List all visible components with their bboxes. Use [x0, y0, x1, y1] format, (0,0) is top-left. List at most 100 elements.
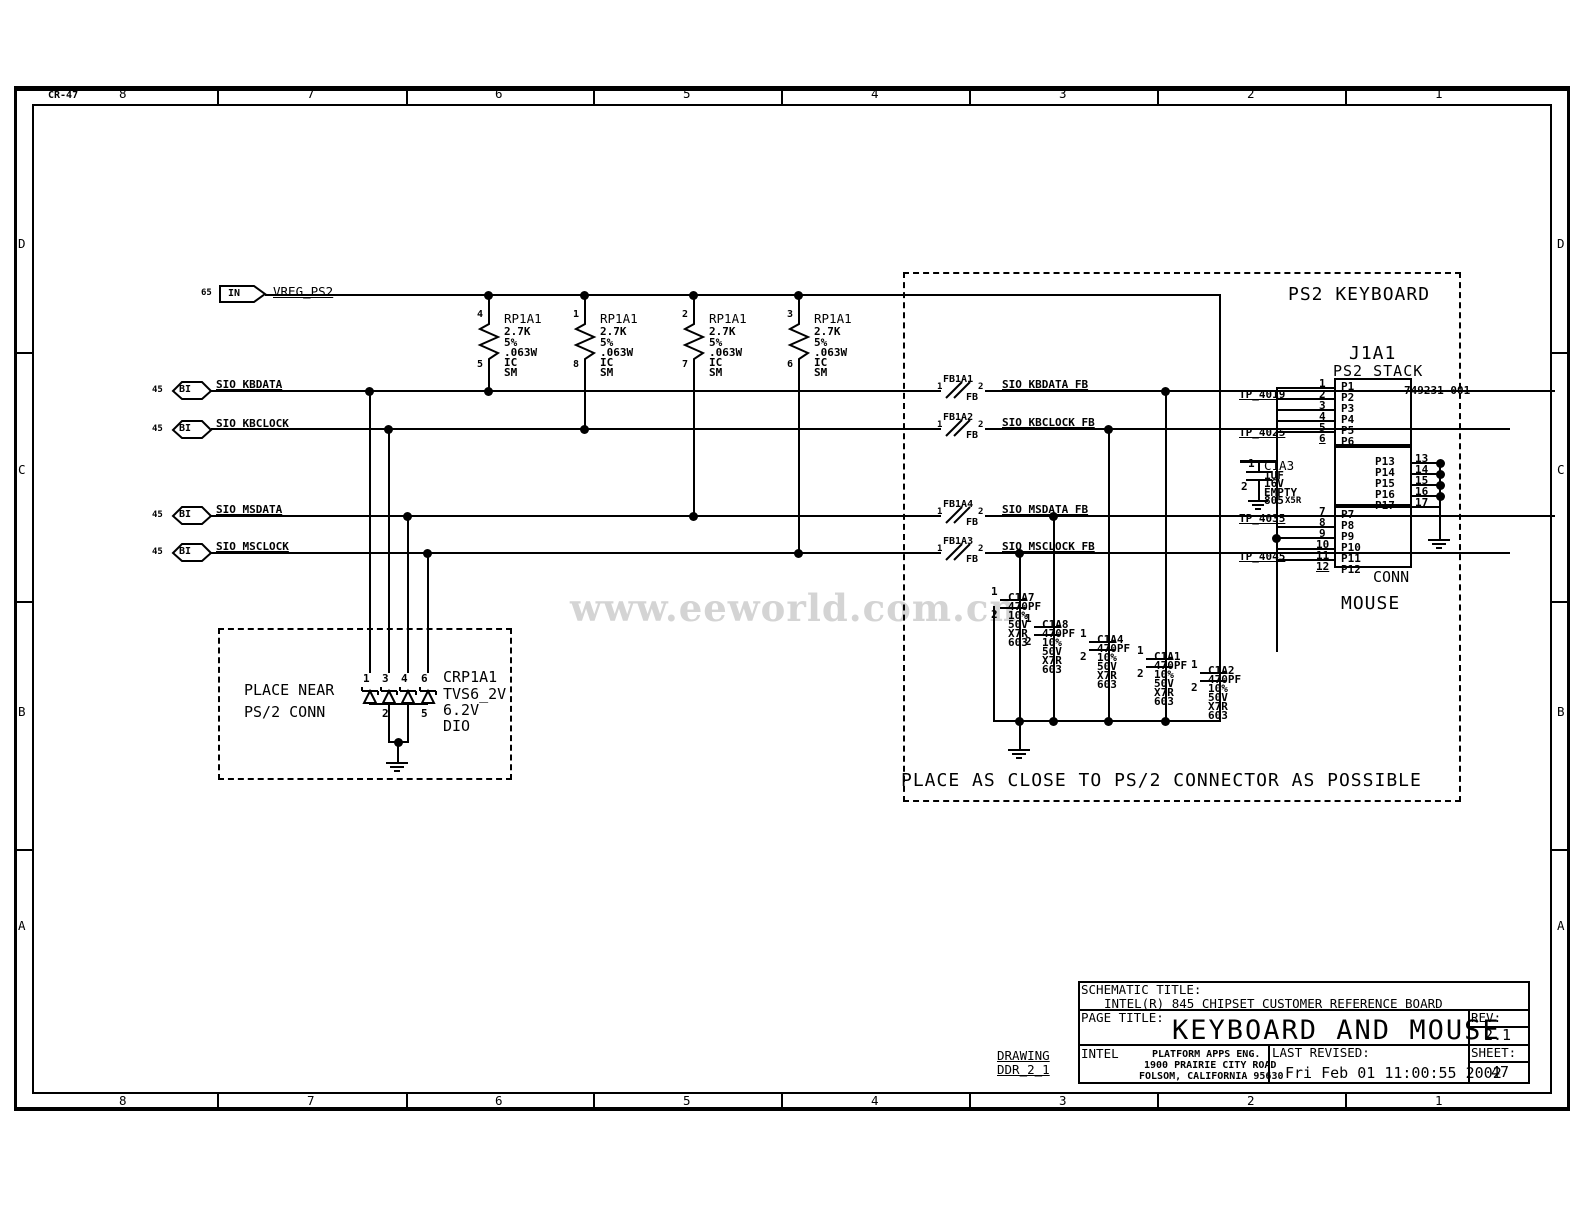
zone-label-top-8: 8	[119, 86, 127, 101]
ferrite-pin1: 1	[937, 544, 943, 554]
zone-tick	[406, 1092, 408, 1111]
zone-tick	[1345, 88, 1347, 106]
tvs-part: TVS6_2V	[443, 685, 507, 703]
rev-label: REV:	[1471, 1010, 1502, 1025]
junction-dot	[365, 387, 374, 396]
connector-pin-num-12: 12	[1316, 560, 1330, 573]
resistor-pin-bottom: 5	[477, 359, 484, 370]
junction-dot	[1161, 717, 1170, 726]
c1a3-ground-stem	[1258, 479, 1260, 501]
zone-ruler-bottom-line	[14, 1108, 1570, 1111]
tvs-voltage: 6.2V	[443, 701, 480, 719]
junction-dot	[423, 549, 432, 558]
drawing-name: DDR_2_1	[997, 1062, 1050, 1077]
resistor-pin-top: 1	[573, 309, 580, 320]
cap-package: 603	[1097, 678, 1117, 691]
junction-dot	[794, 549, 803, 558]
zone-label-top-3: 3	[1059, 86, 1067, 101]
junction-dot	[794, 291, 803, 300]
zone-label-top-5: 5	[683, 86, 691, 101]
zone-tick	[1551, 352, 1570, 354]
junction-dot	[403, 512, 412, 521]
schematic-title-label: SCHEMATIC TITLE:	[1081, 982, 1202, 997]
zone-label-bottom-8: 8	[119, 1093, 127, 1108]
connector-pin-lead	[1276, 537, 1334, 539]
ferrite-type: FB	[966, 430, 979, 441]
resistor-pin-top: 2	[682, 309, 689, 320]
department: PLATFORM APPS ENG.	[1152, 1049, 1261, 1060]
junction-dot	[689, 291, 698, 300]
ferrite-pin2: 2	[978, 420, 984, 430]
connector-pin-lead	[1276, 515, 1334, 517]
zone-label-top-1: 1	[1435, 86, 1443, 101]
page-title-label: PAGE TITLE:	[1081, 1010, 1164, 1025]
port-net-name: SIO_KBDATA	[216, 378, 283, 391]
port-dir-label: BI	[179, 423, 192, 434]
tvs-cathode-pin-5: 5	[421, 707, 428, 720]
ferrite-pin2: 2	[978, 507, 984, 517]
port-bi-arrow-icon	[171, 420, 213, 439]
port-dir-label: BI	[179, 546, 192, 557]
resistor-mount: SM	[814, 366, 828, 379]
zone-tick	[14, 849, 33, 851]
resistor-mount: SM	[709, 366, 723, 379]
junction-dot	[1436, 459, 1445, 468]
junction-dot	[1272, 534, 1281, 543]
tvs-anode-pin-6: 6	[421, 672, 428, 685]
resistor-mount: SM	[504, 366, 518, 379]
tvs-type: DIO	[443, 717, 471, 735]
junction-dot	[1015, 717, 1024, 726]
connector-name: PS2 STACK	[1333, 362, 1424, 380]
sheet-corner-label: CR-47	[48, 90, 79, 101]
junction-dot	[580, 425, 589, 434]
cap-pin2: 2	[1241, 480, 1248, 493]
cap-package: 603	[1042, 663, 1062, 676]
junction-dot	[1104, 717, 1113, 726]
ferrite-pin2: 2	[978, 382, 984, 392]
tvs-anode-pin-4: 4	[401, 672, 408, 685]
port-in-arrow-icon	[219, 285, 267, 303]
zone-label-left-D: D	[18, 236, 26, 251]
page-title: KEYBOARD AND MOUSE	[1172, 1015, 1501, 1046]
connector-part-number: 749231-001	[1404, 384, 1471, 397]
ps2-keyboard-group-label: PS2 KEYBOARD	[1288, 284, 1431, 305]
ferrite-pin1: 1	[937, 420, 943, 430]
zone-label-top-6: 6	[495, 86, 503, 101]
mouse-group-label: MOUSE	[1341, 593, 1401, 614]
connector-section-shield[interactable]	[1334, 446, 1412, 506]
zone-label-left-C: C	[18, 462, 26, 477]
connector-pin-name-p17: P17	[1375, 499, 1395, 512]
tvs-common-rail	[369, 703, 428, 705]
cap-stub-c1a2	[1219, 294, 1221, 722]
zone-label-bottom-3: 3	[1059, 1093, 1067, 1108]
connector-footprint: CONN	[1373, 568, 1410, 586]
placement-note: PLACE AS CLOSE TO PS/2 CONNECTOR AS POSS…	[901, 770, 1422, 791]
zone-tick	[1345, 1092, 1347, 1111]
ground-symbol-icon	[1428, 539, 1450, 549]
port-sheet-ref: 45	[152, 547, 163, 557]
zone-tick	[969, 88, 971, 106]
drawing-label: DRAWING	[997, 1048, 1050, 1063]
port-sheet-ref: 45	[152, 424, 163, 434]
cap-pin2: 2	[1137, 667, 1144, 680]
zener-diode-icon	[380, 687, 398, 704]
connector-pin-lead	[1276, 398, 1334, 400]
junction-dot	[1015, 549, 1024, 558]
resistor-pin-top: 4	[477, 309, 484, 320]
tvs-anode-pin-1: 1	[363, 672, 370, 685]
zone-tick	[1157, 1092, 1159, 1111]
junction-dot	[1049, 717, 1058, 726]
connector-pin-name-p12: P12	[1341, 563, 1361, 576]
tvs-note-line2: PS/2 CONN	[244, 703, 326, 721]
zone-tick	[593, 1092, 595, 1111]
zone-tick	[1157, 88, 1159, 106]
last-revised-label: LAST REVISED:	[1272, 1045, 1370, 1060]
address-line1: 1900 PRAIRIE CITY ROAD	[1144, 1060, 1277, 1071]
net-sio-kbdata-wire	[211, 390, 941, 392]
net-sio-msclock-wire	[211, 552, 941, 554]
cap-package: 603	[1208, 709, 1228, 722]
last-revised-value: Fri Feb 01 11:00:55 2002	[1285, 1064, 1502, 1082]
zone-tick	[14, 601, 33, 603]
zone-label-bottom-6: 6	[495, 1093, 503, 1108]
ferrite-pin2: 2	[978, 544, 984, 554]
